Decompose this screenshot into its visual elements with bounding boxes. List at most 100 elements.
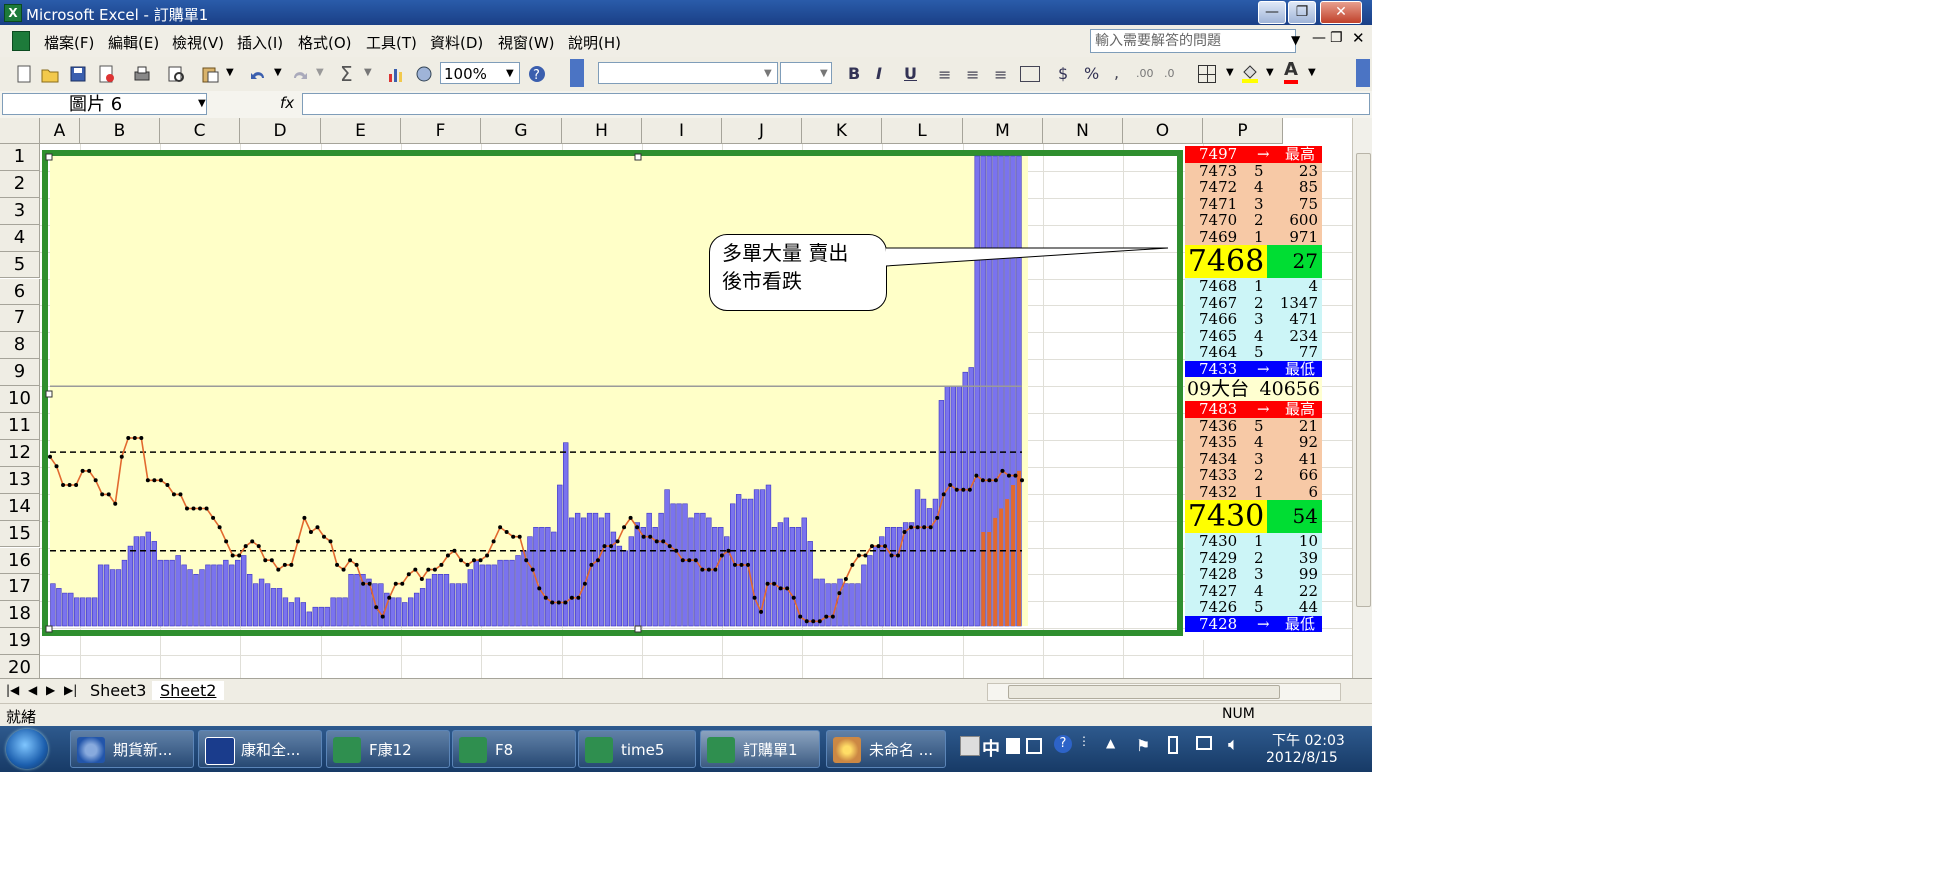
currency-button[interactable]: $ <box>1058 64 1068 83</box>
italic-button[interactable]: I <box>876 64 882 83</box>
annotation-callout[interactable]: 多單大量 賣出 後市看跌 <box>709 234 887 311</box>
column-header[interactable]: H <box>562 118 642 144</box>
chart-wizard-icon[interactable] <box>386 64 406 84</box>
doc-close-icon[interactable]: ✕ <box>1352 29 1365 47</box>
decrease-decimal-icon[interactable]: .0 <box>1164 67 1175 80</box>
row-header[interactable]: 1 <box>0 144 40 171</box>
menu-view[interactable]: 檢視(V) <box>172 32 224 53</box>
price-volume-chart[interactable] <box>40 150 1185 637</box>
row-header[interactable]: 15 <box>0 520 40 548</box>
row-header[interactable]: 2 <box>0 170 40 198</box>
align-center-icon[interactable]: ≡ <box>966 65 979 84</box>
undo-icon[interactable] <box>248 64 268 84</box>
column-header[interactable]: A <box>40 118 80 144</box>
ime-help-icon[interactable]: ? <box>1054 735 1072 753</box>
sheet-tab-sheet3[interactable]: Sheet3 <box>90 681 146 700</box>
row-header[interactable]: 19 <box>0 628 40 656</box>
task-untitled-paint[interactable]: 未命名 ... <box>826 730 946 768</box>
column-header[interactable]: J <box>722 118 802 144</box>
column-header[interactable]: B <box>80 118 160 144</box>
permission-icon[interactable] <box>96 64 116 84</box>
row-header[interactable]: 3 <box>0 197 40 225</box>
device-icon[interactable] <box>1168 736 1178 754</box>
next-sheet-icon[interactable]: ▶ <box>46 683 55 697</box>
help-dropdown-icon[interactable]: ▼ <box>1291 33 1300 47</box>
column-header[interactable]: M <box>963 118 1043 144</box>
ime-options-icon[interactable]: ⋮ <box>1078 734 1090 748</box>
horizontal-scrollbar[interactable] <box>987 683 1341 701</box>
comma-style-icon[interactable]: , <box>1114 63 1119 82</box>
task-time5[interactable]: time5 <box>578 730 696 768</box>
new-icon[interactable] <box>14 64 34 84</box>
doc-restore-icon[interactable]: ❐ <box>1330 30 1343 46</box>
ime-mode-icon[interactable]: 中 <box>982 735 1000 761</box>
align-left-icon[interactable]: ≡ <box>938 65 951 84</box>
prev-sheet-icon[interactable]: ◀ <box>28 683 37 697</box>
volume-icon[interactable]: 🔈︎ <box>1228 734 1239 755</box>
research-icon[interactable] <box>166 64 186 84</box>
autosum-icon[interactable]: Σ <box>340 62 353 86</box>
fill-dropdown-icon[interactable]: ▼ <box>1266 67 1274 78</box>
column-header[interactable]: O <box>1123 118 1203 144</box>
ime-pad-icon[interactable] <box>1026 738 1042 754</box>
task-concord[interactable]: 康和全... <box>198 730 322 768</box>
menu-insert[interactable]: 插入(I) <box>237 32 283 53</box>
vertical-scrollbar[interactable] <box>1352 118 1372 678</box>
column-header[interactable]: E <box>321 118 401 144</box>
formula-input[interactable] <box>302 93 1370 115</box>
tray-time[interactable]: 下午 02:03 <box>1272 730 1345 750</box>
tray-date[interactable]: 2012/8/15 <box>1266 750 1338 766</box>
row-header[interactable]: 14 <box>0 493 40 521</box>
fill-color-icon[interactable] <box>1240 64 1260 84</box>
row-header[interactable]: 4 <box>0 224 40 252</box>
column-header[interactable]: G <box>481 118 562 144</box>
show-hidden-icons[interactable]: ▲ <box>1106 736 1115 750</box>
paste-icon[interactable] <box>200 64 220 84</box>
close-button[interactable]: ✕ <box>1320 1 1362 24</box>
column-header[interactable]: L <box>882 118 963 144</box>
merge-center-icon[interactable] <box>1020 66 1040 82</box>
vertical-scroll-thumb[interactable] <box>1356 153 1371 607</box>
keyboard-layout-icon[interactable] <box>960 736 980 756</box>
row-header[interactable]: 18 <box>0 601 40 629</box>
start-button[interactable] <box>6 729 48 769</box>
font-color-icon[interactable]: A <box>1284 60 1298 84</box>
task-futures-news[interactable]: 期貨新... <box>70 730 194 768</box>
toolbar-options-icon[interactable] <box>570 59 584 87</box>
column-header[interactable]: P <box>1203 118 1283 144</box>
minimize-button[interactable]: — <box>1258 1 1286 24</box>
row-header[interactable]: 13 <box>0 466 40 494</box>
task-f8[interactable]: F8 <box>452 730 576 768</box>
network-icon[interactable] <box>1196 736 1212 750</box>
restore-button[interactable]: ❐ <box>1288 1 1316 24</box>
last-sheet-icon[interactable]: ▶| <box>64 683 77 697</box>
row-header[interactable]: 12 <box>0 439 40 467</box>
menu-file[interactable]: 檔案(F) <box>44 32 94 53</box>
row-header[interactable]: 10 <box>0 386 40 413</box>
menu-format[interactable]: 格式(O) <box>298 32 352 53</box>
increase-decimal-icon[interactable]: .00 <box>1136 67 1154 80</box>
column-header[interactable]: C <box>160 118 240 144</box>
row-header[interactable]: 6 <box>0 278 40 306</box>
help-search-input[interactable]: 輸入需要解答的問題 <box>1090 29 1296 53</box>
column-header[interactable]: D <box>240 118 321 144</box>
underline-button[interactable]: U <box>904 64 917 83</box>
save-icon[interactable] <box>68 64 88 84</box>
font-name-select[interactable] <box>598 62 778 84</box>
sheet-tab-sheet2[interactable]: Sheet2 <box>152 681 225 700</box>
autosum-dropdown-icon[interactable]: ▼ <box>364 67 372 78</box>
borders-icon[interactable] <box>1198 65 1216 83</box>
first-sheet-icon[interactable]: |◀ <box>6 683 19 697</box>
row-header[interactable]: 16 <box>0 547 40 575</box>
font-color-dropdown-icon[interactable]: ▼ <box>1308 67 1316 78</box>
doc-minimize-icon[interactable]: — <box>1312 30 1326 46</box>
name-box[interactable]: 圖片 6 <box>2 93 207 115</box>
row-header[interactable]: 9 <box>0 359 40 387</box>
select-all-corner[interactable] <box>0 118 40 144</box>
format-toolbar-options-icon[interactable] <box>1356 59 1370 87</box>
row-header[interactable]: 8 <box>0 332 40 360</box>
column-header[interactable]: N <box>1043 118 1123 144</box>
column-header[interactable]: I <box>642 118 722 144</box>
menu-data[interactable]: 資料(D) <box>430 32 483 53</box>
bold-button[interactable]: B <box>848 64 860 83</box>
